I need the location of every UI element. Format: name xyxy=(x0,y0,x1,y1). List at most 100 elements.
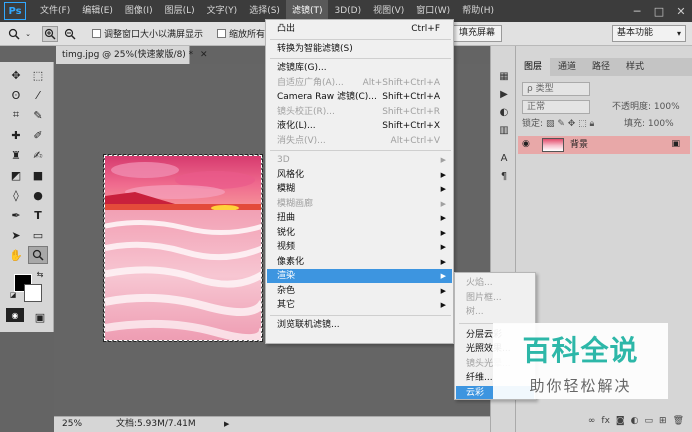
filter-menu-item: 自适应广角(A)... Alt+Shift+Ctrl+A xyxy=(267,76,452,90)
path-select-icon[interactable]: ➤ xyxy=(6,226,26,244)
menu-item[interactable]: 图层(L) xyxy=(159,0,201,22)
default-colors-icon[interactable]: ◪ xyxy=(8,290,18,300)
adjustments-icon[interactable]: ◐ xyxy=(496,104,512,120)
eyedropper-icon[interactable]: ✎ xyxy=(28,106,48,124)
layer-row-background[interactable]: ◉ 背景 ▣ xyxy=(518,136,690,154)
layer-mask-icon[interactable]: ◙ xyxy=(616,416,625,426)
filter-menu-item[interactable]: 像素化 ▶ xyxy=(267,255,452,269)
zoom-in-icon[interactable] xyxy=(42,25,58,42)
lasso-tool-icon[interactable]: ʘ xyxy=(6,86,26,104)
brush-tool-icon[interactable]: ✐ xyxy=(28,126,48,144)
crop-tool-icon[interactable]: ⌗ xyxy=(6,106,26,124)
blend-mode-select[interactable]: 正常 xyxy=(522,100,590,114)
gradient-tool-icon[interactable]: ■ xyxy=(28,166,48,184)
zoom-level[interactable]: 25% xyxy=(62,417,82,432)
visibility-eye-icon[interactable]: ◉ xyxy=(522,139,530,149)
workspace-select[interactable]: 基本功能 ▾ xyxy=(612,25,686,42)
new-group-icon[interactable]: ▭ xyxy=(645,416,654,426)
background-color-swatch[interactable] xyxy=(24,284,42,302)
shape-tool-icon[interactable]: ▭ xyxy=(28,226,48,244)
tab-paths[interactable]: 路径 xyxy=(584,58,618,76)
document-info[interactable]: 文档:5.93M/7.41M xyxy=(116,417,196,432)
quick-mask-icon[interactable]: ◉ xyxy=(6,308,24,322)
watermark-title: 百科全说 xyxy=(522,334,639,367)
menu-item-label: 液化(L)... xyxy=(277,121,316,131)
adjustment-layer-icon[interactable]: ◐ xyxy=(631,416,639,426)
lock-icon: ▣ xyxy=(671,139,680,149)
filter-menu-item[interactable]: 凸出 Ctrl+F xyxy=(267,22,452,36)
menu-item[interactable]: 编辑(E) xyxy=(76,0,119,22)
new-layer-icon[interactable]: ⊞ xyxy=(659,416,667,426)
opacity-label[interactable]: 不透明度: 100% xyxy=(612,99,680,115)
layer-style-icon[interactable]: fx xyxy=(601,416,610,426)
type-tool-icon[interactable]: T xyxy=(28,206,48,224)
filter-menu-item[interactable]: 扭曲 ▶ xyxy=(267,211,452,225)
dodge-tool-icon[interactable]: ● xyxy=(28,186,48,204)
workspace-value: 基本功能 xyxy=(617,28,654,38)
filter-menu-item[interactable]: 其它 ▶ xyxy=(267,298,452,312)
filter-menu-item[interactable]: 杂色 ▶ xyxy=(267,284,452,298)
screen-mode-icon[interactable]: ▣ xyxy=(30,308,50,326)
fill-label[interactable]: 填充: 100% xyxy=(624,116,674,132)
actions-icon[interactable]: ▶ xyxy=(496,86,512,102)
tab-styles[interactable]: 样式 xyxy=(618,58,652,76)
lock-icons[interactable]: ▧ ✎ ✥ ⬚ 🔒︎ xyxy=(546,116,594,132)
filter-menu-item[interactable]: 液化(L)... Shift+Ctrl+X xyxy=(267,119,452,133)
filter-menu-item[interactable]: 滤镜库(G)... xyxy=(267,61,452,75)
close-icon[interactable]: ✕ xyxy=(200,50,208,60)
menu-item-label: 转换为智能滤镜(S) xyxy=(277,43,353,54)
menu-item-label: 锐化 xyxy=(277,227,296,238)
filter-menu-item: 3D ▶ xyxy=(267,153,452,167)
hand-tool-icon[interactable]: ✋ xyxy=(6,246,26,264)
filter-menu-item[interactable]: Camera Raw 滤镜(C)... Shift+Ctrl+A xyxy=(267,90,452,104)
tab-layers[interactable]: 图层 xyxy=(516,58,551,76)
history-icon[interactable]: ▦ xyxy=(496,68,512,84)
swap-colors-icon[interactable]: ⇆ xyxy=(34,268,46,280)
status-bar: 25% 文档:5.93M/7.41M ▶ xyxy=(54,416,490,432)
resize-windows-checkbox[interactable] xyxy=(92,29,101,38)
zoom-tool-icon[interactable] xyxy=(6,26,22,42)
delete-layer-icon[interactable]: 🗑︎ xyxy=(673,416,684,426)
menu-item[interactable]: 图像(I) xyxy=(119,0,159,22)
link-layers-icon[interactable]: ∞ xyxy=(588,416,596,426)
filter-menu-item[interactable]: 浏览联机滤镜... xyxy=(267,318,452,332)
maximize-icon[interactable]: □ xyxy=(648,0,670,22)
filter-menu-item[interactable]: 模糊 ▶ xyxy=(267,182,452,196)
character-icon[interactable]: A xyxy=(496,150,512,166)
blur-tool-icon[interactable]: ◊ xyxy=(6,186,26,204)
healing-brush-icon[interactable]: ✚ xyxy=(6,126,26,144)
zoom-all-checkbox[interactable] xyxy=(217,29,227,38)
move-tool-icon[interactable]: ✥ xyxy=(6,66,26,84)
menu-item[interactable]: 文字(Y) xyxy=(201,0,244,22)
pen-tool-icon[interactable]: ✒ xyxy=(6,206,26,224)
filter-menu-item[interactable]: 转换为智能滤镜(S) xyxy=(267,42,452,56)
render-submenu-item: 图片框... xyxy=(466,292,502,303)
filter-menu-item[interactable]: 视频 ▶ xyxy=(267,240,452,254)
chevron-down-icon[interactable]: ⌄ xyxy=(24,26,32,42)
eraser-tool-icon[interactable]: ◩ xyxy=(6,166,26,184)
layer-filter-select[interactable]: ρ 类型 xyxy=(522,82,590,96)
canvas-image[interactable] xyxy=(103,154,263,342)
paragraph-icon[interactable]: ¶ xyxy=(496,168,512,184)
tab-channels[interactable]: 通道 xyxy=(550,58,584,76)
menu-item[interactable]: 帮助(H) xyxy=(456,0,500,22)
menu-item[interactable]: 文件(F) xyxy=(34,0,76,22)
marquee-tool-icon[interactable]: ⬚ xyxy=(28,66,48,84)
zoom-tool-icon[interactable] xyxy=(28,246,48,264)
history-brush-icon[interactable]: ✍ xyxy=(28,146,48,164)
clone-stamp-icon[interactable]: ♜ xyxy=(6,146,26,164)
submenu-arrow-icon: ▶ xyxy=(440,199,446,208)
properties-icon[interactable]: ▥ xyxy=(496,122,512,138)
menu-item-label: 消失点(V)... xyxy=(277,135,326,146)
menu-item-label: 风格化 xyxy=(277,169,305,180)
fill-screen-button[interactable]: 填充屏幕 xyxy=(452,25,503,42)
document-tab[interactable]: timg.jpg @ 25%(快速蒙版/8) * ✕ xyxy=(56,46,208,64)
filter-menu-item[interactable]: 渲染 ▶ xyxy=(267,269,452,283)
filter-menu-item[interactable]: 锐化 ▶ xyxy=(267,226,452,240)
magic-wand-icon[interactable]: ⁄ xyxy=(28,86,48,104)
close-icon[interactable]: ✕ xyxy=(670,0,692,22)
minimize-icon[interactable]: ─ xyxy=(626,0,648,22)
zoom-out-icon[interactable] xyxy=(62,26,78,42)
chevron-right-icon[interactable]: ▶ xyxy=(224,417,229,432)
filter-menu-item[interactable]: 风格化 ▶ xyxy=(267,168,452,182)
